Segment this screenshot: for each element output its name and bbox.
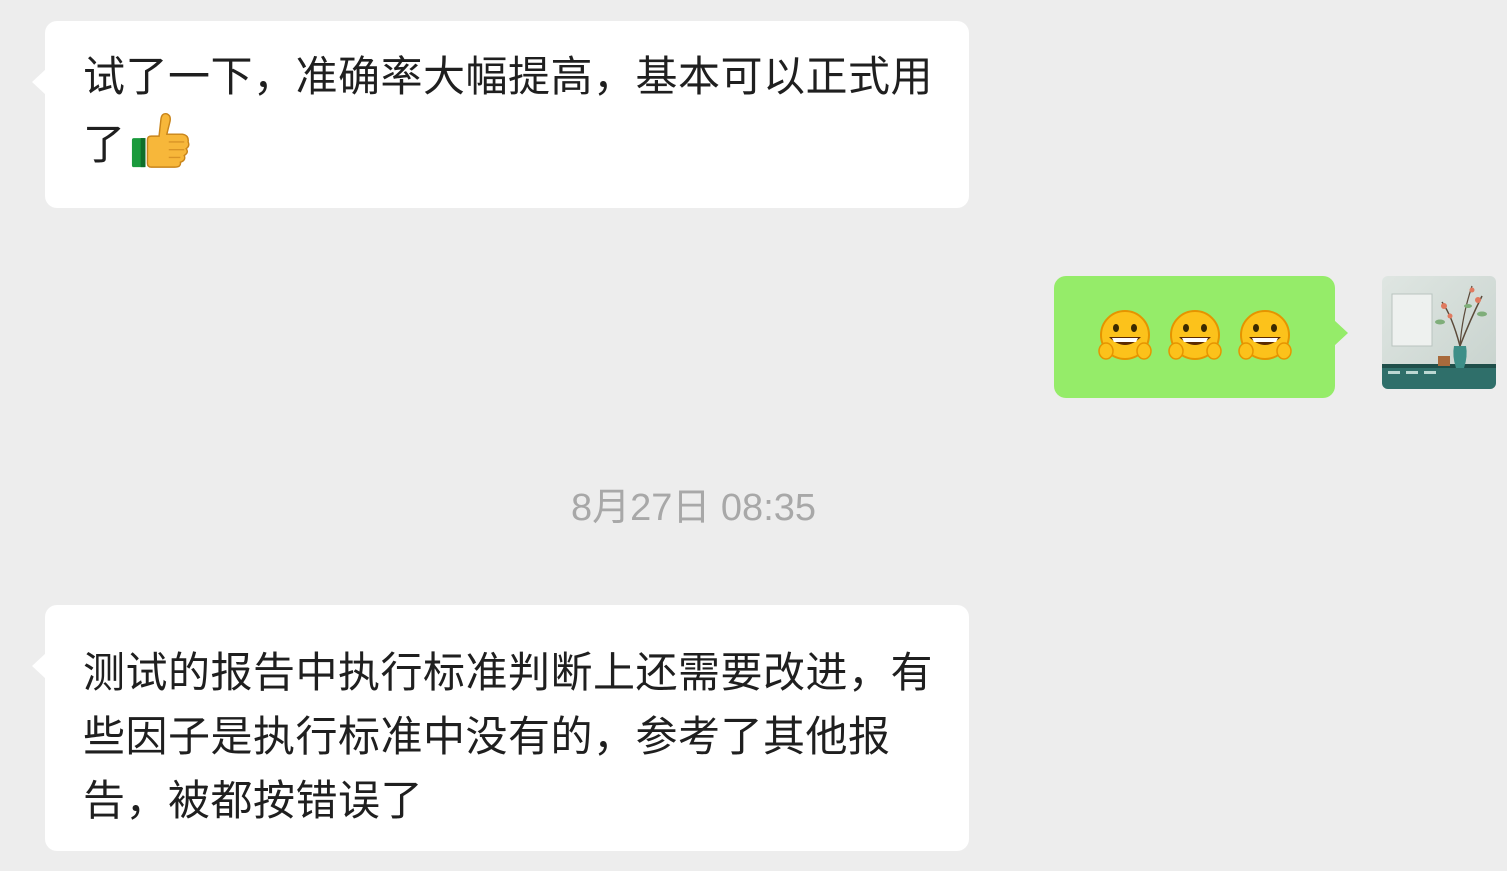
incoming-message-bubble[interactable]: 测试的报告中执行标准判断上还需要改进，有些因子是执行标准中没有的，参考了其他报告…: [32, 605, 969, 851]
user-avatar[interactable]: [1382, 276, 1496, 389]
grinning-face-icon: [1097, 310, 1152, 360]
timestamp: 8月27日 08:35: [570, 487, 817, 529]
incoming-message-bubble[interactable]: 试了一下，准确率大幅提高，基本可以正式用了: [32, 21, 969, 208]
outgoing-message-bubble[interactable]: [1054, 276, 1348, 398]
chat-area: 试了一下，准确率大幅提高，基本可以正式用了 8月27日 08:35 测试的报告中…: [0, 0, 1507, 871]
grinning-face-icon: [1237, 310, 1292, 360]
grinning-face-icon: [1167, 310, 1222, 360]
avatar-image-still-life: [1382, 276, 1496, 389]
message-text: 测试的报告中执行标准判断上还需要改进，有些因子是执行标准中没有的，参考了其他报告…: [83, 648, 934, 825]
thumbs-up-icon: [131, 112, 190, 168]
message-text: 试了一下，准确率大幅提高，基本可以正式用了: [83, 52, 934, 169]
